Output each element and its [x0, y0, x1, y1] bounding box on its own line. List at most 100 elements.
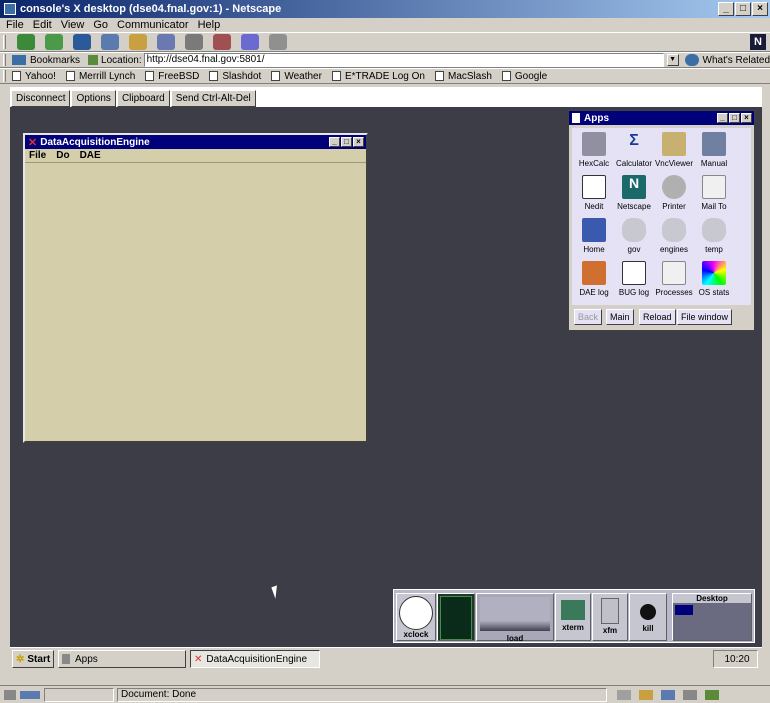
- security-icon[interactable]: [213, 34, 231, 50]
- bookmark-weather[interactable]: Weather: [271, 71, 322, 82]
- stop-icon[interactable]: [269, 34, 287, 50]
- progress-bar: [44, 687, 114, 702]
- load-graph: [480, 597, 550, 631]
- apps-task-icon: [62, 654, 70, 664]
- app-calculator[interactable]: Σ Calculator: [612, 132, 656, 168]
- menu-communicator[interactable]: Communicator: [117, 19, 189, 31]
- panel-load[interactable]: load: [476, 593, 554, 643]
- menu-help[interactable]: Help: [198, 19, 221, 31]
- component-icon-1[interactable]: [617, 689, 631, 700]
- apps-minimize-button[interactable]: _: [717, 113, 728, 123]
- bookmark-etrade[interactable]: E*TRADE Log On: [331, 71, 425, 82]
- clipboard-button[interactable]: Clipboard: [116, 90, 170, 107]
- component-icon-5[interactable]: [705, 689, 719, 700]
- app-bug-log[interactable]: BUG log: [612, 261, 656, 297]
- app-processes[interactable]: Processes: [652, 261, 696, 297]
- dae-log-icon: [582, 261, 606, 285]
- minimize-button[interactable]: _: [718, 2, 734, 16]
- app-printer[interactable]: Printer: [652, 175, 696, 211]
- location-dropdown-button[interactable]: ▼: [666, 54, 679, 66]
- app-home[interactable]: Home: [572, 218, 616, 254]
- panel-monitor[interactable]: [437, 593, 475, 641]
- browser-menu-bar: File Edit View Go Communicator Help: [0, 18, 770, 32]
- bookmark-freebsd[interactable]: FreeBSD: [145, 71, 199, 82]
- taskbar-apps[interactable]: Apps: [58, 650, 186, 668]
- app-hexcalc[interactable]: HexCalc: [572, 132, 616, 168]
- apps-main-button[interactable]: Main: [606, 309, 634, 325]
- maximize-button[interactable]: □: [735, 2, 751, 16]
- home-app-icon: [582, 218, 606, 242]
- connection-icon: [4, 689, 16, 700]
- dae-menu-do[interactable]: Do: [56, 150, 69, 161]
- dae-minimize-button[interactable]: _: [329, 137, 340, 147]
- taskbar-dae[interactable]: ✕ DataAcquisitionEngine: [190, 650, 320, 668]
- clock-icon: [399, 596, 433, 630]
- netscape-app-icon: N: [622, 175, 646, 199]
- disconnect-button[interactable]: Disconnect: [11, 90, 71, 107]
- apps-title: Apps: [584, 112, 609, 124]
- apps-file-window-button[interactable]: File window: [677, 309, 733, 325]
- bookmark-yahoo[interactable]: Yahoo!: [12, 71, 56, 82]
- send-ctrl-alt-del-button[interactable]: Send Ctrl-Alt-Del: [170, 90, 256, 107]
- browser-title-bar[interactable]: console's X desktop (dse04.fnal.gov:1) -…: [0, 0, 770, 18]
- panel-kill[interactable]: kill: [629, 593, 667, 641]
- back-icon[interactable]: [17, 34, 35, 50]
- bookmarks-button[interactable]: Bookmarks: [30, 55, 80, 66]
- menu-edit[interactable]: Edit: [33, 19, 52, 31]
- component-icon-4[interactable]: [683, 689, 697, 700]
- dae-menu-file[interactable]: File: [29, 150, 46, 161]
- app-vncviewer[interactable]: VncViewer: [652, 132, 696, 168]
- menu-go[interactable]: Go: [93, 19, 108, 31]
- dae-maximize-button[interactable]: □: [341, 137, 352, 147]
- location-input[interactable]: http://dse04.fnal.gov:5801/: [143, 53, 664, 67]
- component-icon-2[interactable]: [639, 689, 653, 700]
- app-manual[interactable]: Manual: [692, 132, 736, 168]
- panel-xfm[interactable]: xfm: [592, 593, 628, 641]
- dae-close-button[interactable]: ×: [353, 137, 364, 147]
- start-button[interactable]: ✲ Start: [12, 650, 54, 668]
- dae-menu-dae[interactable]: DAE: [80, 150, 101, 161]
- reload-icon[interactable]: [73, 34, 91, 50]
- panel-desktop-pager[interactable]: Desktop: [672, 593, 752, 641]
- app-mail-to[interactable]: Mail To: [692, 175, 736, 211]
- app-dae-log[interactable]: DAE log: [572, 261, 616, 297]
- pager-window: [675, 605, 693, 615]
- app-gov[interactable]: gov: [612, 218, 656, 254]
- panel-xterm[interactable]: xterm: [555, 593, 591, 641]
- location-icon: [88, 55, 99, 65]
- app-os-stats[interactable]: OS stats: [692, 261, 736, 297]
- whats-related-icon[interactable]: [684, 54, 699, 66]
- app-temp[interactable]: temp: [692, 218, 736, 254]
- bookmark-slashdot[interactable]: Slashdot: [209, 71, 261, 82]
- apps-maximize-button[interactable]: □: [729, 113, 740, 123]
- menu-file[interactable]: File: [6, 19, 24, 31]
- component-icon-3[interactable]: [661, 689, 675, 700]
- panel-xclock[interactable]: xclock: [396, 593, 436, 641]
- print-icon[interactable]: [185, 34, 203, 50]
- apps-reload-button[interactable]: Reload: [639, 309, 676, 325]
- navigation-toolbar: N: [0, 32, 770, 52]
- dae-content: [25, 162, 366, 441]
- forward-icon[interactable]: [45, 34, 63, 50]
- search-icon[interactable]: [129, 34, 147, 50]
- apps-close-button[interactable]: ×: [741, 113, 752, 123]
- apps-back-button[interactable]: Back: [574, 309, 603, 325]
- home-icon[interactable]: [101, 34, 119, 50]
- close-button[interactable]: ×: [752, 2, 768, 16]
- app-nedit[interactable]: Nedit: [572, 175, 616, 211]
- bookmark-google[interactable]: Google: [501, 71, 547, 82]
- online-icon[interactable]: [20, 690, 40, 699]
- shop-icon[interactable]: [241, 34, 259, 50]
- app-netscape[interactable]: N Netscape: [612, 175, 656, 211]
- menu-view[interactable]: View: [61, 19, 85, 31]
- app-engines[interactable]: engines: [652, 218, 696, 254]
- netscape-guide-icon[interactable]: [157, 34, 175, 50]
- apps-title-bar[interactable]: Apps _ □ ×: [569, 111, 754, 125]
- desktop-panel: xclock load xterm xfm kill Desktop: [393, 589, 755, 643]
- bookmark-macslash[interactable]: MacSlash: [434, 71, 492, 82]
- bookmark-merrill-lynch[interactable]: Merrill Lynch: [65, 71, 135, 82]
- dae-title-bar[interactable]: ✕ DataAcquisitionEngine _ □ ×: [25, 135, 366, 149]
- remote-desktop[interactable]: ✕ DataAcquisitionEngine _ □ × File Do DA…: [10, 107, 762, 671]
- options-button[interactable]: Options: [71, 90, 116, 107]
- whats-related-button[interactable]: What's Related: [703, 55, 770, 66]
